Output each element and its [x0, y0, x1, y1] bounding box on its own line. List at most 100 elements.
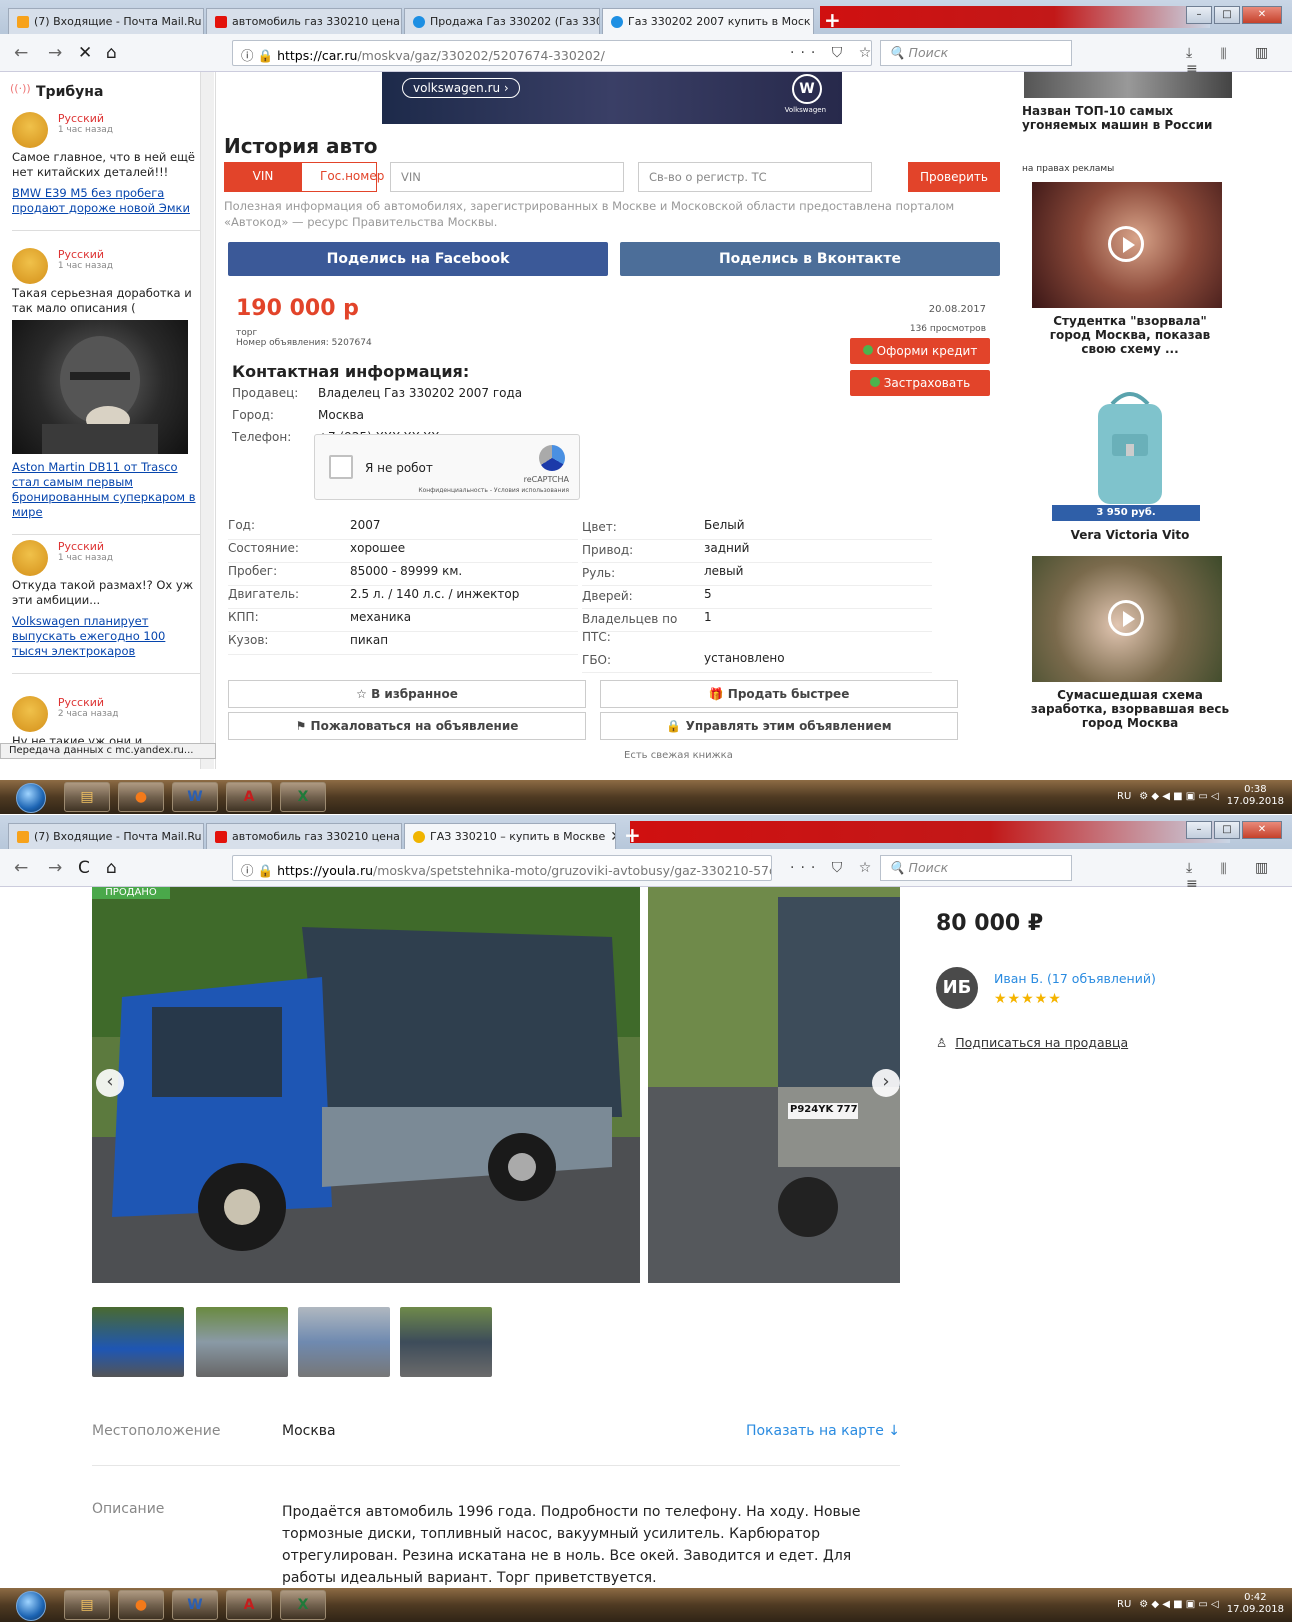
back-icon[interactable]: ←	[14, 43, 28, 63]
second-photo[interactable]: P924YK 777	[648, 887, 900, 1283]
share-facebook-button[interactable]: Поделись на Facebook	[228, 242, 608, 276]
tab-mail[interactable]: (7) Входящие - Почта Mail.Ru ✕	[8, 823, 204, 849]
search-input[interactable]: 🔍 Поиск	[880, 855, 1072, 881]
vw-banner[interactable]: volkswagen.ru › W Volkswagen	[382, 72, 842, 124]
backpack-image[interactable]	[1082, 384, 1178, 508]
language-indicator[interactable]: RU	[1117, 1599, 1131, 1610]
excel-taskbar-icon[interactable]: X	[280, 1590, 326, 1620]
captcha-privacy-link[interactable]: Конфиденциальность - Условия использован…	[418, 487, 569, 494]
photo-thumbnail[interactable]	[196, 1307, 288, 1377]
photo-thumbnail[interactable]	[298, 1307, 390, 1377]
insure-button[interactable]: Застраховать	[850, 370, 990, 396]
article-link[interactable]: Volkswagen планирует выпускать ежегодно …	[12, 614, 200, 659]
excel-taskbar-icon[interactable]: X	[280, 782, 326, 812]
vin-tab[interactable]: VIN	[224, 162, 302, 192]
acrobat-taskbar-icon[interactable]: A	[226, 782, 272, 812]
start-orb-icon[interactable]	[16, 1591, 46, 1621]
tab-yandex[interactable]: автомобиль газ 330210 цена - ✕	[206, 823, 402, 849]
tray-icons[interactable]: ⚙ ◆ ◀ ■ ▣ ▭ ◁	[1139, 791, 1218, 802]
ad-caption-2[interactable]: Сумасшедшая схема заработка, взорвавшая …	[1028, 688, 1232, 730]
play-icon[interactable]	[1108, 226, 1144, 262]
next-photo-icon[interactable]: ›	[872, 1069, 900, 1097]
bag-price[interactable]: 3 950 руб.	[1052, 505, 1200, 521]
stop-icon[interactable]: ✕	[78, 43, 92, 63]
manage-button[interactable]: 🔒 Управлять этим объявлением	[600, 712, 958, 740]
truck-rear-photo-icon	[648, 887, 900, 1283]
banner-link[interactable]: volkswagen.ru ›	[402, 78, 520, 98]
ad-image-2[interactable]	[1032, 556, 1222, 682]
home-icon[interactable]: ⌂	[106, 43, 117, 63]
captcha-checkbox[interactable]	[329, 455, 353, 479]
sidebar-scrollbar[interactable]	[200, 72, 214, 769]
maximize-icon[interactable]: □	[1214, 6, 1240, 24]
home-icon[interactable]: ⌂	[106, 858, 117, 878]
comment-author[interactable]: Русский	[58, 112, 113, 125]
page-actions-icon[interactable]: ··· ⛉ ☆	[790, 45, 877, 61]
main-photo[interactable]	[92, 887, 640, 1283]
insure-icon	[869, 377, 880, 387]
search-input[interactable]: 🔍 Поиск	[880, 40, 1072, 66]
forward-icon[interactable]: →	[48, 858, 62, 878]
photo-thumbnail[interactable]	[400, 1307, 492, 1377]
registration-input[interactable]: Св-во о регистр. ТС	[638, 162, 872, 192]
minimize-icon[interactable]: –	[1186, 6, 1212, 24]
share-vk-button[interactable]: Поделись в Вконтакте	[620, 242, 1000, 276]
photo-thumbnail[interactable]	[92, 1307, 184, 1377]
spec-value: 2.5 л. / 140 л.с. / инжектор	[350, 587, 520, 601]
top-article-headline[interactable]: Назван ТОП-10 самых угоняемых машин в Ро…	[1022, 104, 1238, 132]
top-article-image[interactable]	[1024, 72, 1232, 98]
explorer-taskbar-icon[interactable]: ▤	[64, 782, 110, 812]
maximize-icon[interactable]: □	[1214, 821, 1240, 839]
word-taskbar-icon[interactable]: W	[172, 1590, 218, 1620]
subscribe-link[interactable]: ♙ Подписаться на продавца	[936, 1035, 1128, 1050]
word-taskbar-icon[interactable]: W	[172, 782, 218, 812]
comment-author[interactable]: Русский	[58, 696, 119, 709]
tab-gaz-active[interactable]: Газ 330202 2007 купить в Моск ✕	[602, 8, 814, 34]
comment-image[interactable]	[12, 320, 188, 454]
taskbar: ▤ ● W A X RU ⚙ ◆ ◀ ■ ▣ ▭ ◁ 0:42 17.09.2018	[0, 1588, 1292, 1622]
acrobat-taskbar-icon[interactable]: A	[226, 1590, 272, 1620]
article-link[interactable]: BMW E39 M5 без пробега продают дороже но…	[12, 186, 200, 216]
report-button[interactable]: ⚑ Пожаловаться на объявление	[228, 712, 586, 740]
credit-button[interactable]: Оформи кредит	[850, 338, 990, 364]
new-tab-icon[interactable]: +	[824, 8, 841, 32]
close-window-icon[interactable]: ✕	[1242, 6, 1282, 24]
sell-faster-button[interactable]: 🎁 Продать быстрее	[600, 680, 958, 708]
comment-author[interactable]: Русский	[58, 540, 113, 553]
seller-name-link[interactable]: Иван Б. (17 объявлений)	[994, 971, 1156, 986]
bag-brand[interactable]: Vera Victoria Vito	[1032, 528, 1228, 542]
tab-yandex[interactable]: автомобиль газ 330210 цена - ✕	[206, 8, 402, 34]
page-actions-icon[interactable]: ··· ⛉ ☆	[790, 860, 877, 876]
firefox-taskbar-icon[interactable]: ●	[118, 782, 164, 812]
lock-icon: 🔒	[257, 863, 274, 878]
ad-image-1[interactable]	[1032, 182, 1222, 308]
reload-icon[interactable]: C	[78, 858, 90, 878]
tab-sale[interactable]: Продажа Газ 330202 (Газ 3302 ✕	[404, 8, 600, 34]
check-button[interactable]: Проверить	[908, 162, 1000, 192]
forward-icon[interactable]: →	[48, 43, 62, 63]
show-map-link[interactable]: Показать на карте ↓	[746, 1423, 900, 1439]
tab-mail[interactable]: (7) Входящие - Почта Mail.Ru ✕	[8, 8, 204, 34]
url-bar[interactable]: ⓘ 🔒 https://youla.ru/moskva/spetstehnika…	[232, 855, 772, 881]
favorite-button[interactable]: ☆ В избранное	[228, 680, 586, 708]
firefox-taskbar-icon[interactable]: ●	[118, 1590, 164, 1620]
new-tab-icon[interactable]: +	[624, 823, 641, 847]
explorer-taskbar-icon[interactable]: ▤	[64, 1590, 110, 1620]
language-indicator[interactable]: RU	[1117, 791, 1131, 802]
minimize-icon[interactable]: –	[1186, 821, 1212, 839]
prev-photo-icon[interactable]: ‹	[96, 1069, 124, 1097]
close-icon[interactable]: ✕	[610, 829, 615, 845]
article-link[interactable]: Aston Martin DB11 от Trasco стал самым п…	[12, 460, 200, 520]
tab-youla-active[interactable]: ГАЗ 330210 – купить в Москве ✕	[404, 823, 616, 849]
url-bar[interactable]: ⓘ 🔒 https://car.ru/moskva/gaz/330202/520…	[232, 40, 872, 66]
tray-icons[interactable]: ⚙ ◆ ◀ ■ ▣ ▭ ◁	[1139, 1599, 1218, 1610]
comment-author[interactable]: Русский	[58, 248, 113, 261]
seller-avatar[interactable]: ИБ	[936, 967, 978, 1009]
ad-caption-1[interactable]: Студентка "взорвала" город Москва, показ…	[1032, 314, 1228, 356]
start-orb-icon[interactable]	[16, 783, 46, 813]
vin-input[interactable]: VIN	[390, 162, 624, 192]
back-icon[interactable]: ←	[14, 858, 28, 878]
close-window-icon[interactable]: ✕	[1242, 821, 1282, 839]
play-icon[interactable]	[1108, 600, 1144, 636]
plate-tab[interactable]: Гос.номер	[301, 162, 384, 192]
